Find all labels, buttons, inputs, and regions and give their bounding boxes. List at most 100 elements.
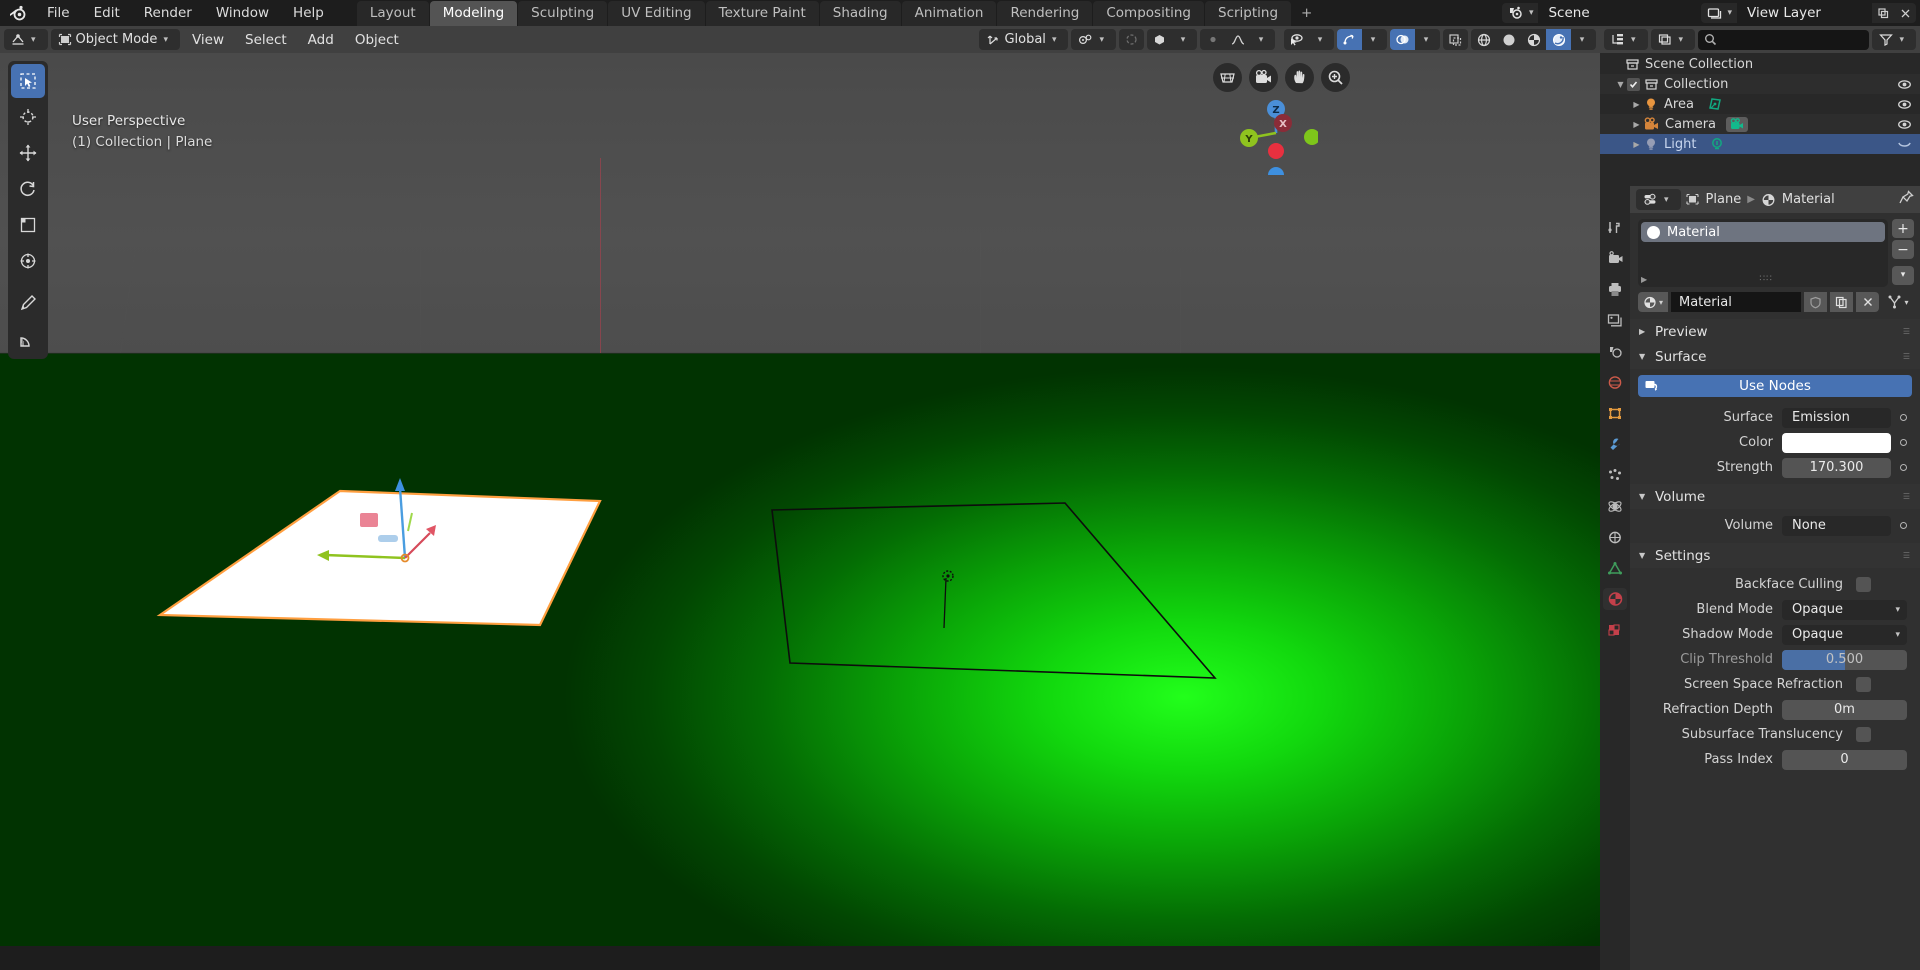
viewport-menu-view[interactable]: View (183, 30, 233, 50)
socket-indicator-icon[interactable] (1894, 414, 1912, 421)
workspace-tab-shading[interactable]: Shading (819, 1, 901, 26)
properties-editor-type-button[interactable]: ▾ (1636, 189, 1681, 210)
socket-indicator-icon[interactable] (1894, 522, 1912, 529)
section-grip[interactable]: ☰ (1903, 352, 1911, 361)
pass-index-field[interactable]: 0 (1782, 749, 1907, 770)
nodetree-selector[interactable]: ▾ (1882, 292, 1914, 312)
shadow-mode-dropdown[interactable]: Opaque ▾ (1782, 624, 1907, 645)
properties-tab-render[interactable] (1603, 247, 1627, 269)
workspace-tab-scripting[interactable]: Scripting (1205, 1, 1292, 26)
material-slot-row[interactable]: Material (1641, 222, 1885, 242)
falloff-type-button[interactable] (1225, 29, 1250, 50)
material-slot-list[interactable]: Material ▶ ∷∷ (1638, 219, 1888, 287)
section-header-settings[interactable]: ▼ Settings ☰ (1630, 543, 1920, 568)
menu-help[interactable]: Help (282, 3, 335, 23)
show-gizmo-toggle[interactable] (1337, 29, 1362, 50)
pan-view-button[interactable] (1285, 63, 1314, 92)
shading-rendered-button[interactable] (1546, 29, 1571, 50)
workspace-tab-modeling[interactable]: Modeling (429, 1, 518, 26)
gizmo-chevron-cell[interactable]: ▾ (1362, 29, 1387, 50)
scene-dropdown-chevron-icon[interactable]: ▾ (1527, 8, 1539, 18)
remove-material-slot-button[interactable]: − (1892, 240, 1914, 259)
tool-rotate[interactable] (11, 172, 45, 206)
use-nodes-button[interactable]: Use Nodes (1638, 375, 1912, 397)
object-visibility-button[interactable] (1284, 29, 1309, 50)
proportional-edit-toggle[interactable] (1119, 29, 1144, 50)
view-layer-remove-icon[interactable] (1894, 3, 1916, 23)
scene-selector[interactable]: ▾ Scene (1501, 3, 1694, 23)
properties-tab-material[interactable] (1603, 588, 1627, 610)
section-header-volume[interactable]: ▼ Volume ☰ (1630, 484, 1920, 509)
shading-material-preview-button[interactable] (1521, 29, 1546, 50)
add-material-slot-button[interactable]: + (1892, 219, 1914, 238)
overlays-chevron-cell[interactable]: ▾ (1415, 29, 1440, 50)
refraction-depth-field[interactable]: 0m (1782, 699, 1907, 720)
collection-checkbox[interactable] (1627, 77, 1640, 91)
snap-chevron-cell[interactable]: ▾ (1172, 29, 1197, 50)
properties-tab-data[interactable] (1603, 557, 1627, 579)
outliner-row-camera[interactable]: ▶ Camera (1600, 114, 1920, 134)
view-layer-selector[interactable]: ▾ View Layer (1701, 3, 1916, 23)
visibility-eye-icon[interactable] (1894, 79, 1914, 90)
visibility-eye-closed-icon[interactable] (1894, 139, 1914, 150)
subsurface-translucency-checkbox[interactable] (1856, 727, 1871, 742)
outliner-row-area[interactable]: ▶ Area (1600, 94, 1920, 114)
outliner-row-light[interactable]: ▶ Light (1600, 134, 1920, 154)
outliner-filter-button[interactable]: ▾ (1872, 29, 1916, 50)
breadcrumb-material-label[interactable]: Material (1782, 192, 1835, 207)
toggle-camera-perspective-button[interactable] (1213, 63, 1242, 92)
socket-indicator-icon[interactable] (1894, 464, 1912, 471)
shading-wireframe-button[interactable] (1471, 29, 1496, 50)
3d-viewport[interactable]: User Perspective (1) Collection | Plane (0, 53, 1600, 946)
emission-color-swatch[interactable] (1782, 432, 1891, 453)
workspace-tab-compositing[interactable]: Compositing (1093, 1, 1204, 26)
visibility-eye-icon[interactable] (1894, 99, 1914, 110)
properties-tab-world[interactable] (1603, 371, 1627, 393)
outliner-row-collection[interactable]: ▼ Collection (1600, 74, 1920, 94)
blender-logo-icon[interactable] (0, 0, 34, 26)
material-slot-specials-menu[interactable]: ▾ (1892, 266, 1914, 285)
expand-triangle[interactable]: ▼ (1614, 80, 1627, 89)
properties-tab-output[interactable] (1603, 278, 1627, 300)
expand-triangle[interactable]: ▶ (1630, 140, 1643, 149)
outliner-row-scene-collection[interactable]: Scene Collection (1600, 54, 1920, 74)
expand-triangle[interactable]: ▶ (1630, 100, 1643, 109)
show-overlays-toggle[interactable] (1390, 29, 1415, 50)
zoom-view-button[interactable] (1321, 63, 1350, 92)
area-light-plane[interactable] (760, 498, 1240, 698)
outliner-display-mode-button[interactable]: ▾ (1604, 29, 1648, 50)
tool-annotate[interactable] (11, 286, 45, 320)
outliner-id-type-button[interactable]: ▾ (1650, 29, 1696, 50)
properties-tab-modifiers[interactable] (1603, 433, 1627, 455)
shading-solid-button[interactable] (1496, 29, 1521, 50)
workspace-tab-animation[interactable]: Animation (901, 1, 997, 26)
new-material-button[interactable] (1830, 292, 1853, 312)
properties-tab-object[interactable] (1603, 402, 1627, 424)
camera-data-icon[interactable] (1726, 116, 1749, 132)
socket-indicator-icon[interactable] (1894, 439, 1912, 446)
tool-move[interactable] (11, 136, 45, 170)
list-resize-grip[interactable]: ∷∷ (1759, 274, 1772, 284)
fake-user-button[interactable] (1804, 292, 1827, 312)
backface-culling-checkbox[interactable] (1856, 577, 1871, 592)
clip-threshold-slider[interactable]: 0.500 (1782, 649, 1907, 670)
expand-triangle[interactable]: ▶ (1630, 120, 1643, 129)
add-workspace-button[interactable]: + (1292, 1, 1321, 26)
menu-render[interactable]: Render (133, 3, 203, 23)
outliner-search-input[interactable] (1698, 29, 1870, 50)
volume-shader-dropdown[interactable]: None (1782, 515, 1891, 536)
properties-tab-constraints[interactable] (1603, 526, 1627, 548)
menu-window[interactable]: Window (205, 3, 280, 23)
menu-file[interactable]: File (36, 3, 81, 23)
unlink-material-button[interactable] (1856, 292, 1879, 312)
material-name-field[interactable]: Material (1671, 292, 1801, 312)
tool-measure[interactable] (11, 322, 45, 356)
properties-tab-tool[interactable] (1603, 216, 1627, 238)
editor-type-button[interactable]: ▾ (4, 29, 48, 50)
shading-chevron-cell[interactable]: ▾ (1571, 29, 1596, 50)
viewport-menu-select[interactable]: Select (236, 30, 296, 50)
tool-scale[interactable] (11, 208, 45, 242)
expand-arrow-icon[interactable]: ▶ (1641, 275, 1647, 284)
object-mode-selector[interactable]: Object Mode ▾ (50, 29, 180, 50)
pin-id-button[interactable] (1899, 190, 1914, 209)
